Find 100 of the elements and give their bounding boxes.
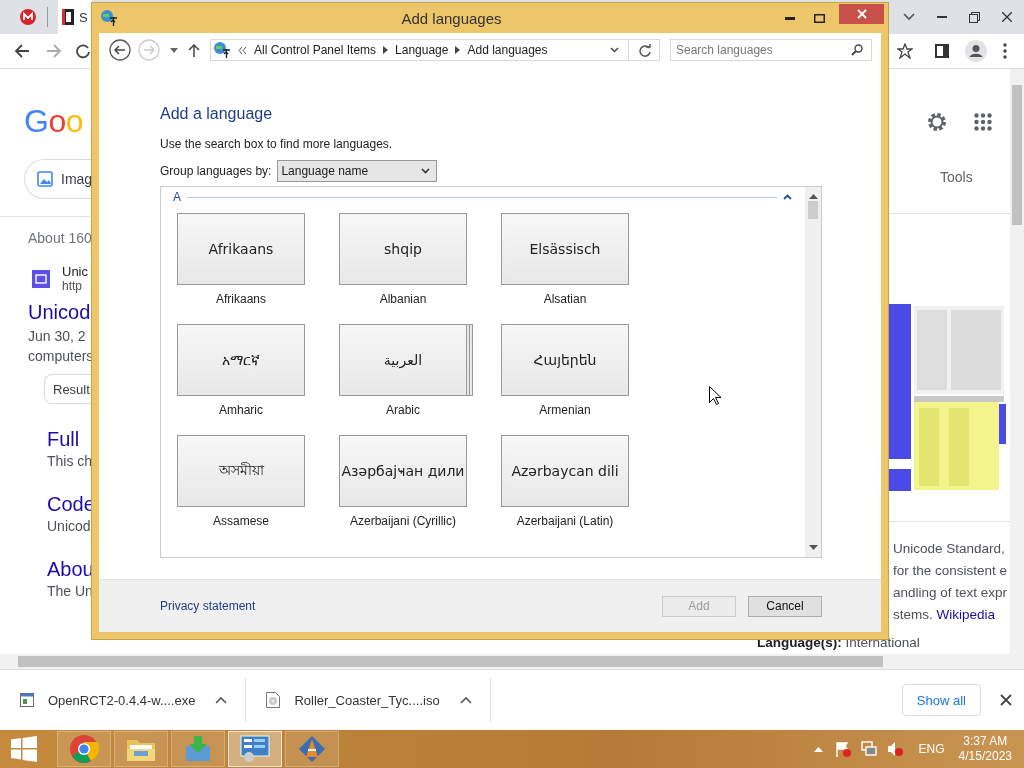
caret-icon[interactable] xyxy=(170,47,178,53)
sitelink-title[interactable]: Full xyxy=(47,428,80,451)
language-name: Azerbaijani (Cyrillic) xyxy=(350,514,456,530)
scrollbar[interactable] xyxy=(1010,69,1024,654)
disc-file-icon xyxy=(266,692,281,708)
windows-start-icon[interactable] xyxy=(11,736,37,762)
tools-link[interactable]: Tools xyxy=(940,169,973,185)
language-tile[interactable]: অসমীয়া xyxy=(177,435,305,507)
caret-icon[interactable] xyxy=(813,746,823,752)
arrow-up-icon[interactable] xyxy=(808,193,818,199)
language-name: Afrikaans xyxy=(216,292,266,308)
group-by-dropdown[interactable]: Language name xyxy=(277,160,438,182)
language-name: Azerbaijani (Latin) xyxy=(516,514,614,530)
scrollbar[interactable] xyxy=(805,187,821,557)
clock-time: 3:37 AM xyxy=(963,734,1008,749)
result-snippet: Jun 30, 2 xyxy=(28,328,86,344)
download-item[interactable]: Roller_Coaster_Tyc....iso xyxy=(246,678,491,722)
language-tile[interactable]: shqip xyxy=(339,213,467,285)
browser-tab[interactable]: S xyxy=(58,0,92,34)
language-name: Amharic xyxy=(219,403,263,419)
menu-icon[interactable] xyxy=(1003,43,1007,59)
settings-icon[interactable] xyxy=(926,111,948,133)
profile-icon[interactable] xyxy=(965,40,987,62)
show-all-button[interactable]: Show all xyxy=(901,684,981,716)
language-tile[interactable]: Afrikaans xyxy=(177,213,305,285)
language-tile[interactable]: Азәрбајҹан дили xyxy=(339,435,467,507)
maximize-icon[interactable] xyxy=(814,13,825,23)
caret-icon[interactable] xyxy=(903,13,915,21)
close-icon[interactable] xyxy=(1000,694,1012,706)
apps-grid-icon[interactable] xyxy=(974,113,992,131)
close-button[interactable] xyxy=(839,4,884,24)
close-icon[interactable] xyxy=(1002,12,1012,22)
language-tile[interactable]: Elsässisch xyxy=(501,213,629,285)
language-globe-icon xyxy=(100,9,118,27)
taskbar-app[interactable] xyxy=(114,731,168,767)
language-name: Albanian xyxy=(379,292,427,308)
minimize-icon[interactable] xyxy=(785,16,795,20)
image-icon xyxy=(37,171,53,187)
google-logo: Goo xyxy=(24,103,83,140)
results-count: About 160 xyxy=(28,230,92,246)
taskbar-app[interactable] xyxy=(228,731,282,767)
site-url: http xyxy=(62,279,83,293)
result-title-link[interactable]: Unicod xyxy=(28,301,91,324)
hint-text: Use the search box to find more languages. xyxy=(160,137,394,151)
chevron-down-icon[interactable] xyxy=(610,47,619,53)
arrow-right-icon[interactable] xyxy=(455,46,461,54)
language-name: Arabic xyxy=(386,403,420,419)
language-tile[interactable]: Azərbaycan dili xyxy=(501,435,629,507)
caret-icon[interactable] xyxy=(459,696,472,704)
back-icon[interactable] xyxy=(14,43,30,59)
page-heading: Add a language xyxy=(160,105,274,123)
wikipedia-link[interactable]: Wikipedia xyxy=(936,607,996,622)
language-tile[interactable]: Հայերեն xyxy=(501,324,629,396)
flag-icon[interactable] xyxy=(834,741,851,757)
download-item[interactable]: OpenRCT2-0.4.4-w....exe xyxy=(0,678,247,722)
language-globe-icon xyxy=(213,41,231,59)
arrow-down-icon[interactable] xyxy=(808,545,818,551)
control-panel-icon xyxy=(240,735,270,763)
address-bar[interactable]: All Control Panel Items Language Add languages xyxy=(210,39,660,61)
side-panel-icon[interactable] xyxy=(935,44,949,58)
document-icon xyxy=(62,9,74,25)
chevron-down-icon xyxy=(421,168,431,174)
group-by-label: Group languages by: xyxy=(160,164,272,178)
site-name: Unic xyxy=(62,264,88,279)
download-icon xyxy=(184,736,212,762)
up-arrow-icon[interactable] xyxy=(188,43,200,57)
star-icon[interactable] xyxy=(897,43,913,59)
taskbar-app[interactable] xyxy=(57,731,111,767)
breadcrumb-item[interactable]: Add languages xyxy=(467,43,548,57)
muted-speaker-icon[interactable] xyxy=(886,741,903,757)
window-file-icon xyxy=(20,693,34,707)
caret-icon[interactable] xyxy=(215,696,228,704)
breadcrumb-item[interactable]: All Control Panel Items xyxy=(254,43,377,57)
breadcrumb-item[interactable]: Language xyxy=(395,43,449,57)
search-field[interactable]: Search languages xyxy=(670,39,872,61)
mouse-cursor-icon xyxy=(709,386,721,405)
arrow-right-icon[interactable] xyxy=(383,46,389,54)
dialog-button[interactable]: Cancel xyxy=(748,595,822,617)
collapse-icon[interactable] xyxy=(783,194,792,200)
group-header: A xyxy=(173,190,181,204)
refresh-icon[interactable] xyxy=(639,43,651,57)
mail-icon[interactable] xyxy=(20,9,36,25)
scroll-thumb[interactable] xyxy=(808,201,818,219)
privacy-link[interactable]: Privacy statement xyxy=(160,599,256,613)
restore-icon[interactable] xyxy=(969,11,980,23)
browser-icon xyxy=(69,734,99,764)
language-name: Armenian xyxy=(539,403,591,419)
language-name: Alsatian xyxy=(543,292,587,308)
sitelink-snippet: This ch xyxy=(47,453,93,469)
horizontal-scrollbar[interactable] xyxy=(0,654,1024,669)
result-snippet: computers xyxy=(28,348,94,364)
language-tile[interactable]: አማርኛ xyxy=(177,324,305,396)
back-icon[interactable] xyxy=(109,39,131,61)
scroll-thumb[interactable] xyxy=(18,656,883,667)
reload-icon[interactable] xyxy=(76,43,90,59)
cone-icon xyxy=(298,735,326,763)
clock-date: 4/15/2023 xyxy=(958,749,1012,764)
network-icon[interactable] xyxy=(860,741,877,757)
site-favicon xyxy=(32,269,50,288)
scroll-thumb[interactable] xyxy=(1012,85,1022,225)
